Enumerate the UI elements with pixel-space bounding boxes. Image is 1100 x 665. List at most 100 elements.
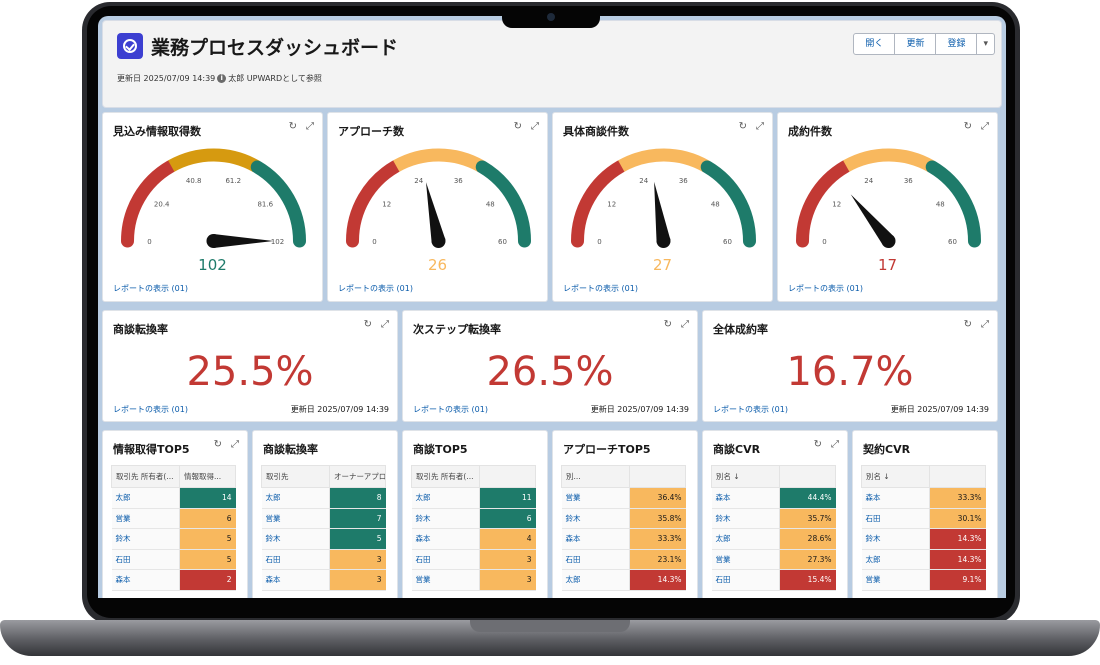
column-header[interactable]: 別名 ↓ — [861, 465, 930, 488]
refresh-icon[interactable]: ↻ — [514, 121, 522, 132]
refresh-icon[interactable]: ↻ — [364, 319, 372, 330]
column-header[interactable]: オーナーアプロ... — [329, 465, 386, 488]
column-header[interactable] — [779, 465, 836, 488]
owner-name-link[interactable]: 森本 — [411, 528, 480, 550]
gauge-arc-segment — [393, 148, 485, 173]
owner-name-link[interactable]: 営業 — [711, 549, 780, 570]
column-header[interactable] — [929, 465, 986, 488]
column-header[interactable]: 取引先 所有者(... — [111, 465, 180, 488]
metric-cell: 11 — [479, 487, 536, 509]
owner-name-link[interactable]: 太郎 — [861, 549, 930, 570]
metric-cell: 6 — [179, 508, 236, 529]
laptop-opener — [470, 620, 630, 632]
gauge-tick-label: 36 — [904, 177, 913, 185]
owner-name-link[interactable]: 鈴木 — [411, 508, 480, 529]
expand-icon[interactable]: ⤢ — [231, 439, 239, 450]
owner-name-link[interactable]: 鈴木 — [711, 508, 780, 529]
top5-table-panel: 商談TOP5 取引先 所有者(... 太郎 11 鈴木 6 森本 4 石田 3 営業 3 — [402, 430, 548, 598]
owner-name-link[interactable]: 営業 — [261, 508, 330, 529]
owner-name-link[interactable]: 森本 — [711, 487, 780, 509]
gauge-value: 102 — [198, 256, 227, 274]
column-header[interactable]: 別名 ↓ — [711, 465, 780, 488]
view-report-link[interactable]: レポートの表示 (01) — [788, 283, 863, 294]
refresh-icon[interactable]: ↻ — [739, 121, 747, 132]
expand-icon[interactable]: ⤢ — [831, 439, 839, 450]
owner-name-link[interactable]: 太郎 — [561, 569, 630, 591]
owner-name-link[interactable]: 営業 — [411, 569, 480, 591]
gauge-panel: アプローチ数 ↻ ⤢ 0 12 24 36 48 60 26 レポートの表示 (01) — [327, 112, 548, 302]
metric-cell: 15.4% — [779, 569, 836, 591]
owner-name-link[interactable]: 石田 — [711, 569, 780, 591]
table-header-row: 取引先 所有者(... 情報取得... — [111, 465, 236, 488]
refresh-icon[interactable]: ↻ — [814, 439, 822, 450]
owner-name-link[interactable]: 鈴木 — [111, 528, 180, 550]
gauge-arc-segment — [168, 148, 260, 173]
refresh-button[interactable]: 更新 — [895, 33, 937, 55]
owner-name-link[interactable]: 石田 — [561, 549, 630, 570]
owner-name-link[interactable]: 鈴木 — [561, 508, 630, 529]
column-header[interactable]: 別... — [561, 465, 630, 488]
column-header[interactable]: 取引先 所有者(... — [411, 465, 480, 488]
expand-icon[interactable]: ⤢ — [681, 319, 689, 330]
updated-timestamp: 更新日 2025/07/09 14:39 — [117, 74, 216, 83]
column-header[interactable]: 情報取得... — [179, 465, 236, 488]
owner-name-link[interactable]: 森本 — [561, 528, 630, 550]
owner-name-link[interactable]: 森本 — [861, 487, 930, 509]
owner-name-link[interactable]: 鈴木 — [861, 528, 930, 550]
metric-cell: 14 — [179, 487, 236, 509]
refresh-icon[interactable]: ↻ — [289, 121, 297, 132]
expand-icon[interactable]: ⤢ — [306, 121, 314, 132]
metric-cell: 14.3% — [929, 528, 986, 550]
view-report-link[interactable]: レポートの表示 (01) — [338, 283, 413, 294]
owner-name-link[interactable]: 鈴木 — [261, 528, 330, 550]
view-report-link[interactable]: レポートの表示 (01) — [113, 404, 188, 415]
gauge-needle — [654, 181, 671, 243]
dashboard-header: 業務プロセスダッシュボード 更新日 2025/07/09 14:39 i 太郎 … — [102, 20, 1002, 108]
panel-actions: ↻ ⤢ — [364, 319, 389, 330]
column-header[interactable] — [479, 465, 536, 488]
view-report-link[interactable]: レポートの表示 (01) — [413, 404, 488, 415]
dashboard-app-icon — [117, 33, 143, 59]
owner-name-link[interactable]: 森本 — [111, 569, 180, 591]
refresh-icon[interactable]: ↻ — [964, 319, 972, 330]
view-report-link[interactable]: レポートの表示 (01) — [713, 404, 788, 415]
refresh-icon[interactable]: ↻ — [214, 439, 222, 450]
metric-panel: 次ステップ転換率 ↻ ⤢ 26.5% レポートの表示 (01) 更新日 2025/07/0… — [402, 310, 698, 422]
gauge-tick-label: 0 — [147, 238, 151, 246]
owner-name-link[interactable]: 太郎 — [411, 487, 480, 509]
column-header[interactable]: 取引先 — [261, 465, 330, 488]
open-button[interactable]: 開く — [853, 33, 896, 55]
view-report-link[interactable]: レポートの表示 (01) — [113, 283, 188, 294]
expand-icon[interactable]: ⤢ — [381, 319, 389, 330]
owner-name-link[interactable]: 石田 — [861, 508, 930, 529]
subscribe-button[interactable]: 登録 — [936, 33, 978, 55]
owner-name-link[interactable]: 太郎 — [111, 487, 180, 509]
owner-name-link[interactable]: 営業 — [561, 487, 630, 509]
table-row: 石田 15.4% — [711, 569, 836, 591]
gauge-chart: 0 12 24 36 48 60 — [571, 148, 756, 248]
owner-name-link[interactable]: 太郎 — [711, 528, 780, 550]
table-row: 営業 36.4% — [561, 487, 686, 509]
table-row: 石田 23.1% — [561, 549, 686, 570]
owner-name-link[interactable]: 営業 — [111, 508, 180, 529]
view-report-link[interactable]: レポートの表示 (01) — [563, 283, 638, 294]
refresh-icon[interactable]: ↻ — [964, 121, 972, 132]
info-icon[interactable]: i — [217, 74, 227, 83]
expand-icon[interactable]: ⤢ — [981, 319, 989, 330]
more-actions-button[interactable]: ▾ — [977, 33, 995, 55]
owner-name-link[interactable]: 石田 — [111, 549, 180, 570]
owner-name-link[interactable]: 石田 — [411, 549, 480, 570]
owner-name-link[interactable]: 石田 — [261, 549, 330, 570]
expand-icon[interactable]: ⤢ — [531, 121, 539, 132]
column-header[interactable] — [629, 465, 686, 488]
ranking-table: 取引先 所有者(... 太郎 11 鈴木 6 森本 4 石田 3 営業 3 — [411, 465, 536, 591]
refresh-icon[interactable]: ↻ — [664, 319, 672, 330]
metric-cell: 44.4% — [779, 487, 836, 509]
expand-icon[interactable]: ⤢ — [981, 121, 989, 132]
gauge-tick-label: 40.8 — [186, 177, 202, 185]
owner-name-link[interactable]: 営業 — [861, 569, 930, 591]
expand-icon[interactable]: ⤢ — [756, 121, 764, 132]
ranking-table: 別... 営業 36.4% 鈴木 35.8% 森本 33.3% 石田 23.1% 太郎 14.3% — [561, 465, 686, 591]
owner-name-link[interactable]: 太郎 — [261, 487, 330, 509]
owner-name-link[interactable]: 森本 — [261, 569, 330, 591]
